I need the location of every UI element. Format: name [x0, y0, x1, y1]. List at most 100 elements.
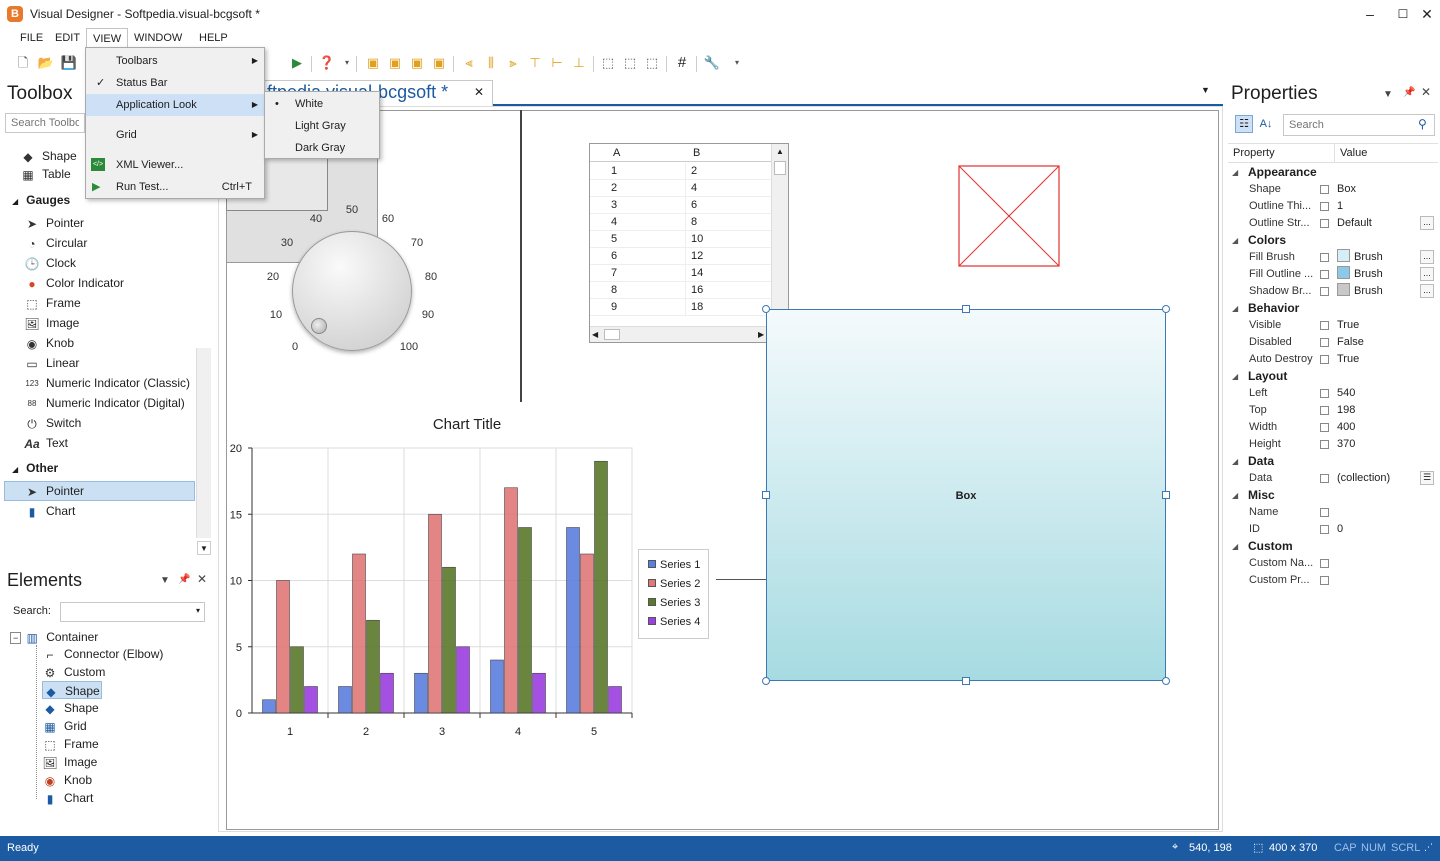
menu-item-status-bar[interactable]: ✓ Status Bar — [86, 72, 264, 94]
open-folder-icon[interactable]: 📂 — [37, 54, 55, 72]
properties-search-input[interactable] — [1283, 114, 1435, 136]
grid-row[interactable]: 9 18 — [590, 299, 771, 316]
ellipsis-button[interactable]: ... — [1420, 284, 1434, 298]
help-dropdown-icon[interactable]: ▾ — [338, 54, 356, 72]
tree-item-chart[interactable]: ▮ Chart — [42, 789, 212, 807]
elements-search-input[interactable] — [60, 602, 205, 622]
ellipsis-button[interactable]: ... — [1420, 267, 1434, 281]
look-white[interactable]: • White — [265, 93, 379, 115]
grid-row[interactable]: 7 14 — [590, 265, 771, 282]
new-file-icon[interactable]: 🗋 — [14, 54, 32, 72]
property-binding-icon[interactable] — [1320, 576, 1329, 585]
property-binding-icon[interactable] — [1320, 219, 1329, 228]
tree-item-knob[interactable]: ◉ Knob — [42, 771, 212, 789]
property-binding-icon[interactable] — [1320, 406, 1329, 415]
tree-item-shape-2[interactable]: ◆ Shape — [42, 699, 212, 717]
toolbox-item-knob[interactable]: ◉ Knob — [24, 333, 194, 353]
toolbox-item-clock[interactable]: 🕒 Clock — [24, 253, 194, 273]
toolbox-scrollbar[interactable] — [196, 348, 211, 538]
toolbox-item-chart[interactable]: ▮ Chart — [24, 501, 194, 521]
property-binding-icon[interactable] — [1320, 270, 1329, 279]
menu-edit[interactable]: EDIT — [49, 28, 86, 48]
grid-row[interactable]: 2 4 — [590, 180, 771, 197]
property-binding-icon[interactable] — [1320, 389, 1329, 398]
grid-row[interactable]: 5 10 — [590, 231, 771, 248]
prop-row[interactable]: Top 198 — [1228, 402, 1438, 419]
align-middle-icon[interactable]: ⊢ — [548, 54, 566, 72]
close-panel-icon[interactable]: ✕ — [1421, 85, 1431, 99]
tree-item-image[interactable]: 🖼 Image — [42, 753, 212, 771]
knob-dial[interactable] — [292, 231, 412, 351]
grid-hscroll[interactable]: ◀ ▶ — [590, 326, 771, 342]
prop-row[interactable]: Data (collection) ☰ — [1228, 470, 1438, 487]
prop-row[interactable]: Fill Outline ... Brush... — [1228, 266, 1438, 283]
toolbox-search-input[interactable] — [5, 113, 85, 133]
tree-item-shape-1[interactable]: ◆ Shape — [42, 681, 102, 699]
scroll-down-icon[interactable]: ▼ — [197, 541, 211, 555]
grid-row[interactable]: 8 16 — [590, 282, 771, 299]
prop-row[interactable]: Shape Box — [1228, 181, 1438, 198]
resize-handle-e[interactable] — [1162, 491, 1170, 499]
menu-item-xml-viewer[interactable]: </> XML Viewer... — [86, 154, 264, 176]
bring-front-icon[interactable]: ▣ — [364, 54, 382, 72]
grid-widget[interactable]: A B 1 2 2 4 3 6 4 8 5 10 6 12 7 14 8 16 … — [589, 143, 789, 343]
same-size-icon[interactable]: ⬚ — [643, 54, 661, 72]
resize-handle-n[interactable] — [962, 305, 970, 313]
property-binding-icon[interactable] — [1320, 508, 1329, 517]
tools-icon[interactable]: 🔧 — [703, 54, 721, 72]
close-tab-icon[interactable]: ✕ — [474, 85, 484, 99]
close-panel-icon[interactable]: ✕ — [197, 572, 207, 586]
ellipsis-button[interactable]: ... — [1420, 216, 1434, 230]
property-binding-icon[interactable] — [1320, 440, 1329, 449]
knob-handle[interactable] — [311, 318, 327, 334]
panel-menu-icon[interactable]: ▼ — [1383, 89, 1393, 100]
toolbox-item-pointer[interactable]: ➤ Pointer — [24, 213, 194, 233]
prop-row[interactable]: Shadow Br... Brush... — [1228, 283, 1438, 300]
menu-item-run-test[interactable]: ▶ Run Test... Ctrl+T — [86, 176, 264, 198]
toolbar-options-icon[interactable]: ▾ — [728, 54, 746, 72]
categorized-icon[interactable]: ☷ — [1235, 115, 1253, 133]
toolbox-item-image[interactable]: 🖼 Image — [24, 313, 194, 333]
prop-row[interactable]: Disabled False — [1228, 334, 1438, 351]
resize-handle-nw[interactable] — [762, 305, 770, 313]
tabs-dropdown-icon[interactable]: ▼ — [1201, 85, 1210, 95]
toolbox-item-frame[interactable]: ⬚ Frame — [24, 293, 194, 313]
toolbox-item-table[interactable]: ▦ Table — [20, 164, 70, 184]
help-icon[interactable]: ❓ — [318, 54, 336, 72]
menu-view[interactable]: VIEW — [86, 28, 129, 48]
menu-item-toolbars[interactable]: Toolbars ▶ — [86, 50, 264, 72]
prop-category[interactable]: ◢ Colors — [1228, 232, 1438, 249]
toolbox-item-numeric-classic[interactable]: 123 Numeric Indicator (Classic) — [24, 373, 194, 393]
property-binding-icon[interactable] — [1320, 525, 1329, 534]
bring-forward-icon[interactable]: ▣ — [408, 54, 426, 72]
prop-category[interactable]: ◢ Appearance — [1228, 164, 1438, 181]
property-binding-icon[interactable] — [1320, 253, 1329, 262]
tree-root-container[interactable]: − ▥ Container — [10, 627, 98, 647]
property-binding-icon[interactable] — [1320, 355, 1329, 364]
property-binding-icon[interactable] — [1320, 338, 1329, 347]
hscroll-thumb[interactable] — [604, 329, 620, 340]
property-binding-icon[interactable] — [1320, 321, 1329, 330]
prop-row[interactable]: Fill Brush Brush... — [1228, 249, 1438, 266]
align-right-icon[interactable]: ⫸ — [504, 54, 522, 72]
prop-category[interactable]: ◢ Misc — [1228, 487, 1438, 504]
ellipsis-button[interactable]: ... — [1420, 250, 1434, 264]
box-shape[interactable]: Box — [766, 309, 1166, 681]
look-light-gray[interactable]: Light Gray — [265, 115, 379, 137]
same-height-icon[interactable]: ⬚ — [621, 54, 639, 72]
menu-item-application-look[interactable]: Application Look ▶ — [86, 94, 264, 116]
tree-item-frame[interactable]: ⬚ Frame — [42, 735, 212, 753]
resize-handle-ne[interactable] — [1162, 305, 1170, 313]
grid-row[interactable]: 4 8 — [590, 214, 771, 231]
design-canvas[interactable]: 0 10 20 30 40 50 60 70 80 90 100 A B 1 2 2 4 3 6 4… — [218, 106, 1223, 832]
scroll-up-icon[interactable]: ▲ — [772, 144, 788, 160]
prop-category[interactable]: ◢ Behavior — [1228, 300, 1438, 317]
prop-row[interactable]: Outline Str... Default... — [1228, 215, 1438, 232]
prop-row[interactable]: Left 540 — [1228, 385, 1438, 402]
prop-row[interactable]: Auto Destroy True — [1228, 351, 1438, 368]
align-left-icon[interactable]: ⫷ — [460, 54, 478, 72]
toolbox-item-text[interactable]: Aa Text — [24, 433, 194, 453]
prop-row[interactable]: Custom Na... — [1228, 555, 1438, 572]
grid-row[interactable]: 1 2 — [590, 163, 771, 180]
run-test-icon[interactable]: ▶ — [288, 54, 306, 72]
